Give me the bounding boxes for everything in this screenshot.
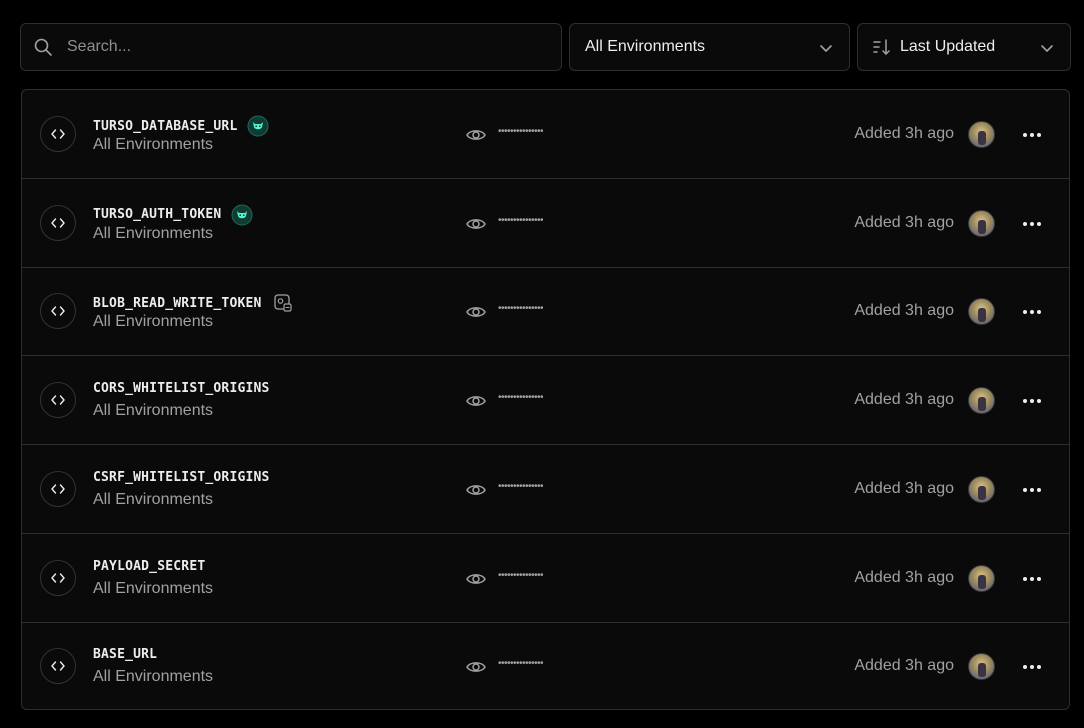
more-options-icon[interactable]: [1020, 300, 1044, 324]
eye-icon[interactable]: [465, 124, 487, 146]
added-timestamp: Added 3h ago: [854, 391, 954, 409]
variable-name-wrapper: TURSO_AUTH_TOKEN: [93, 204, 253, 226]
variable-name: CORS_WHITELIST_ORIGINS: [93, 381, 270, 397]
avatar[interactable]: [968, 121, 995, 148]
code-icon: [40, 470, 76, 507]
masked-value[interactable]: •••••••••••••••: [498, 126, 544, 137]
variable-name: BLOB_READ_WRITE_TOKEN: [93, 295, 262, 311]
more-options-icon[interactable]: [1020, 212, 1044, 236]
eye-icon[interactable]: [465, 568, 487, 590]
masked-value[interactable]: •••••••••••••••: [498, 481, 544, 492]
env-variables-page: All Environments Last Updated: [0, 0, 1084, 728]
variable-name: BASE_URL: [93, 647, 158, 663]
variable-environment: All Environments: [93, 668, 214, 686]
more-options-icon[interactable]: [1020, 478, 1044, 502]
env-variable-row[interactable]: CORS_WHITELIST_ORIGINS All Environments …: [22, 356, 1069, 446]
added-timestamp: Added 3h ago: [854, 657, 954, 675]
sort-descending-icon: [872, 37, 892, 57]
variable-name-wrapper: CORS_WHITELIST_ORIGINS: [93, 381, 270, 396]
avatar[interactable]: [968, 475, 995, 503]
avatar[interactable]: [968, 387, 995, 415]
environment-select-label: All Environments: [585, 38, 706, 55]
more-options-icon[interactable]: [1020, 389, 1044, 413]
more-options-icon[interactable]: [1020, 567, 1044, 591]
variable-environment: All Environments: [93, 490, 214, 508]
avatar[interactable]: [968, 564, 995, 592]
masked-value[interactable]: •••••••••••••••: [498, 303, 544, 314]
sort-select-label: Last Updated: [900, 38, 996, 55]
code-icon: [40, 116, 76, 152]
more-options-icon[interactable]: [1020, 123, 1044, 147]
avatar[interactable]: [968, 298, 995, 326]
masked-value[interactable]: •••••••••••••••: [498, 570, 544, 581]
added-timestamp: Added 3h ago: [854, 302, 954, 320]
search-input[interactable]: [67, 38, 527, 56]
avatar[interactable]: [968, 653, 995, 681]
more-options-icon[interactable]: [1020, 655, 1044, 679]
chevron-down-icon: [1038, 39, 1056, 57]
toolbar: All Environments Last Updated: [20, 23, 1071, 71]
added-timestamp: Added 3h ago: [854, 125, 954, 142]
env-variable-row[interactable]: TURSO_AUTH_TOKEN All Environments ••••••…: [22, 179, 1069, 268]
code-icon: [40, 559, 76, 596]
variable-environment: All Environments: [93, 402, 214, 420]
turso-integration-icon: [231, 204, 253, 226]
variable-name-wrapper: BASE_URL: [93, 647, 157, 662]
chevron-down-icon: [817, 39, 835, 57]
variable-environment: All Environments: [93, 579, 214, 597]
env-variable-row[interactable]: PAYLOAD_SECRET All Environments ••••••••…: [22, 534, 1069, 623]
eye-icon[interactable]: [465, 479, 487, 501]
variable-environment: All Environments: [93, 136, 214, 153]
variable-name: TURSO_AUTH_TOKEN: [93, 207, 222, 223]
eye-icon[interactable]: [465, 213, 487, 235]
env-variable-row[interactable]: CSRF_WHITELIST_ORIGINS All Environments …: [22, 445, 1069, 534]
env-variable-row[interactable]: BASE_URL All Environments ••••••••••••••…: [22, 622, 1069, 709]
env-variable-row[interactable]: TURSO_DATABASE_URL All Environments ••••…: [22, 90, 1069, 179]
env-variable-list: TURSO_DATABASE_URL All Environments ••••…: [21, 89, 1070, 710]
turso-integration-icon: [247, 115, 269, 137]
blob-storage-icon: [272, 292, 294, 314]
code-icon: [40, 293, 76, 330]
code-icon: [40, 382, 76, 419]
variable-name-wrapper: CSRF_WHITELIST_ORIGINS: [93, 470, 270, 485]
code-icon: [40, 204, 76, 241]
variable-name-wrapper: TURSO_DATABASE_URL: [93, 115, 269, 137]
masked-value[interactable]: •••••••••••••••: [498, 392, 544, 403]
variable-name-wrapper: PAYLOAD_SECRET: [93, 559, 205, 574]
variable-name-wrapper: BLOB_READ_WRITE_TOKEN: [93, 292, 294, 314]
variable-environment: All Environments: [93, 313, 214, 331]
masked-value[interactable]: •••••••••••••••: [498, 658, 544, 669]
added-timestamp: Added 3h ago: [854, 479, 954, 497]
variable-name: CSRF_WHITELIST_ORIGINS: [93, 469, 270, 485]
added-timestamp: Added 3h ago: [854, 213, 954, 231]
search-box[interactable]: [20, 23, 562, 71]
variable-name: TURSO_DATABASE_URL: [93, 118, 238, 134]
env-variable-row[interactable]: BLOB_READ_WRITE_TOKEN All Environments •…: [22, 267, 1069, 357]
avatar[interactable]: [968, 209, 995, 237]
search-icon: [33, 37, 53, 57]
eye-icon[interactable]: [465, 301, 487, 323]
variable-environment: All Environments: [93, 224, 214, 242]
sort-select[interactable]: Last Updated: [857, 23, 1071, 71]
added-timestamp: Added 3h ago: [854, 568, 954, 586]
eye-icon[interactable]: [465, 656, 487, 678]
environment-select[interactable]: All Environments: [569, 23, 850, 71]
eye-icon[interactable]: [465, 390, 487, 412]
variable-name: PAYLOAD_SECRET: [93, 558, 206, 574]
code-icon: [40, 648, 76, 685]
masked-value[interactable]: •••••••••••••••: [498, 215, 544, 226]
